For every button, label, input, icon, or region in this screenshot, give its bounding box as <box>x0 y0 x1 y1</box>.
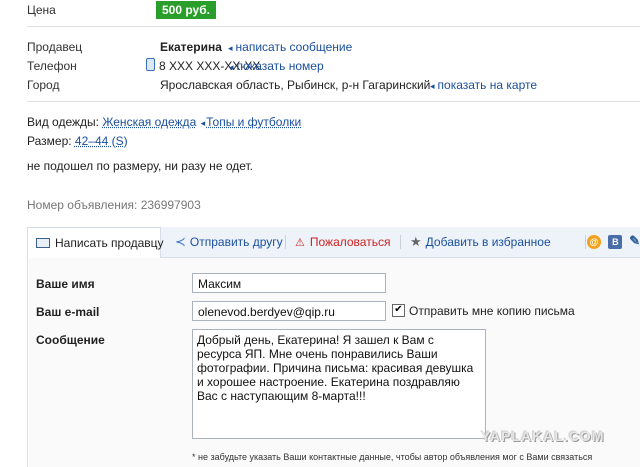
size-line: Размер: 42–44 (S) <box>27 134 128 148</box>
write-message-link[interactable]: ◂ написать сообщение <box>228 40 352 54</box>
mobile-phone-icon <box>146 58 155 71</box>
arrow-left-icon: ◂ <box>430 81 435 91</box>
city-value: Ярославская область, Рыбинск, р-н Гагари… <box>160 78 431 92</box>
tab-write-seller[interactable]: Написать продавцу <box>27 227 164 259</box>
ad-number: Номер объявления: 236997903 <box>27 198 201 212</box>
contact-note: * не забудьте указать Ваши контактные да… <box>192 452 593 462</box>
envelope-icon <box>36 238 50 248</box>
star-icon: ★ <box>410 234 422 249</box>
category-label: Вид одежды: <box>27 115 99 129</box>
divider <box>27 26 640 27</box>
mail-agent-icon[interactable]: @ <box>587 235 601 249</box>
watermark-logo: YAPLAKAL.COM <box>481 428 605 444</box>
copy-checkbox[interactable]: ✔ <box>392 304 405 317</box>
city-label: Город <box>27 78 60 92</box>
action-tabs: Написать продавцу ≺ Отправить другу ⚠ Пожа… <box>27 227 640 259</box>
show-number-link[interactable]: ◂ показать номер <box>229 59 324 73</box>
tab-add-favorite[interactable]: ★ Добавить в избранное <box>410 227 551 257</box>
copy-label: Отправить мне копию письма <box>409 304 575 318</box>
message-label: Сообщение <box>36 333 105 347</box>
seller-label: Продавец <box>27 40 83 54</box>
show-on-map-link[interactable]: ◂ показать на карте <box>430 78 537 92</box>
email-input[interactable]: olenevod.berdyev@qip.ru <box>192 301 386 321</box>
seller-name: Екатерина <box>160 40 222 54</box>
arrow-left-icon: ◂ <box>229 62 234 72</box>
category-line: Вид одежды: Женская одежда ◂Топы и футбо… <box>27 115 301 129</box>
tab-send-friend[interactable]: ≺ Отправить другу <box>175 227 283 257</box>
share-icon: ≺ <box>175 234 186 249</box>
livejournal-icon[interactable]: ✎ <box>628 234 640 248</box>
category-sub-link[interactable]: Топы и футболки <box>206 115 301 129</box>
tab-separator <box>400 235 401 249</box>
phone-label: Телефон <box>27 59 77 73</box>
size-link[interactable]: 42–44 (S) <box>75 134 128 148</box>
vk-icon[interactable]: B <box>608 235 623 249</box>
size-label: Размер: <box>27 134 72 148</box>
arrow-left-icon: ◂ <box>228 43 233 53</box>
description-text: не подошел по размеру, ни разу не одет. <box>27 159 254 173</box>
name-input[interactable]: Максим <box>192 273 386 293</box>
email-label: Ваш e-mail <box>36 305 100 319</box>
name-label: Ваше имя <box>36 277 95 291</box>
tab-separator <box>285 235 286 249</box>
message-textarea[interactable]: Добрый день, Екатерина! Я зашел к Вам с … <box>192 329 486 439</box>
tab-separator <box>585 235 586 249</box>
tab-complain[interactable]: ⚠ Пожаловаться <box>295 227 390 257</box>
price-badge: 500 руб. <box>156 1 216 19</box>
category-main-link[interactable]: Женская одежда <box>102 115 196 129</box>
divider <box>27 101 640 102</box>
share-social-icons: @ B ✎ <box>587 234 640 249</box>
price-label: Цена <box>27 3 56 17</box>
arrow-left-icon: ◂ <box>200 118 206 128</box>
warning-icon: ⚠ <box>295 237 305 249</box>
